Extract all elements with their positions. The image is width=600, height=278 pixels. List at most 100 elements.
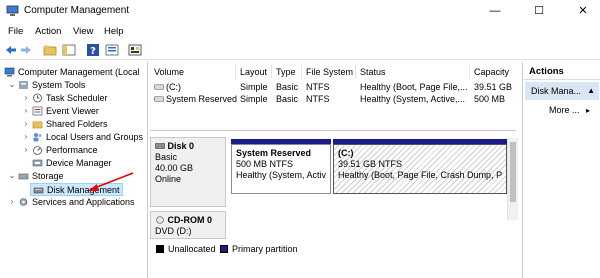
navigation-tree: Computer Management (Local ⌄ System Tool… [0, 62, 148, 278]
cell-capacity: 39.51 GB [474, 82, 513, 92]
drive-icon [154, 84, 164, 90]
disk-map-scrollbar[interactable] [507, 138, 518, 220]
tree-item-root[interactable]: Computer Management (Local [4, 66, 140, 79]
close-button[interactable]: ✕ [568, 0, 598, 22]
cell-type: Basic [276, 82, 299, 92]
drive-icon [154, 96, 164, 102]
cell-file-system: NTFS [306, 82, 330, 92]
menu-action[interactable]: Action [35, 26, 61, 37]
device-manager-icon [32, 159, 43, 167]
cdrom-icon [156, 216, 164, 224]
disk-size: 40.00 GB [155, 163, 194, 173]
actions-sub-label: Disk Mana... [531, 86, 582, 96]
cdrom-type: DVD (D:) [155, 226, 192, 236]
tree-item-performance[interactable]: Performance [32, 144, 98, 157]
services-icon [19, 198, 28, 206]
properties-icon[interactable] [105, 43, 119, 57]
up-folder-icon[interactable] [43, 43, 57, 57]
tree-item-shared-folders[interactable]: Shared Folders [32, 118, 108, 131]
cell-layout: Simple [240, 94, 268, 104]
column-header-status[interactable]: Status [356, 65, 470, 79]
tree-item-task-scheduler[interactable]: Task Scheduler [32, 92, 108, 105]
disk-type: Basic [155, 152, 178, 162]
partition-name: (C:) [338, 148, 354, 158]
menu-help[interactable]: Help [104, 26, 124, 37]
column-header-file-system[interactable]: File System [302, 65, 356, 79]
cell-status: Healthy (Boot, Page File,... [360, 82, 468, 92]
disk-management-icon [33, 187, 44, 194]
disk-name: Disk 0 [167, 141, 195, 151]
tree-label: Computer Management (Local [18, 67, 140, 77]
tree-item-services[interactable]: Services and Applications [18, 196, 135, 209]
chevron-right-icon: ▸ [586, 106, 591, 115]
column-header-type[interactable]: Type [272, 65, 302, 79]
tree-label: Storage [32, 171, 64, 181]
partition-size: 39.51 GB NTFS [338, 159, 403, 169]
menu-bar: File Action View Help [0, 22, 600, 40]
collapse-icon[interactable]: ⌄ [8, 171, 16, 180]
tree-label: Local Users and Groups [46, 132, 144, 142]
cell-volume: System Reserved [166, 94, 238, 104]
expand-icon[interactable]: › [8, 197, 16, 206]
unallocated-swatch [156, 245, 164, 253]
actions-more[interactable]: More ... ▸ [549, 104, 590, 117]
expand-icon[interactable]: › [22, 119, 30, 128]
collapse-up-icon[interactable]: ▲ [587, 82, 595, 100]
window-title: Computer Management [24, 5, 130, 16]
partition-system-reserved[interactable]: System Reserved 500 MB NTFS Healthy (Sys… [231, 144, 331, 194]
expand-icon[interactable]: › [22, 93, 30, 102]
legend: Unallocated Primary partition [150, 243, 516, 257]
menu-file[interactable]: File [8, 26, 23, 37]
cdrom-0-label[interactable]: CD-ROM 0 DVD (D:) [150, 211, 226, 239]
legend-unallocated: Unallocated [168, 244, 216, 254]
system-tools-icon [19, 81, 28, 89]
tree-label: Task Scheduler [46, 93, 108, 103]
forward-arrow-icon[interactable] [19, 43, 33, 57]
expand-icon[interactable]: › [22, 106, 30, 115]
title-bar: Computer Management — ☐ ✕ [0, 0, 600, 22]
tree-label: Shared Folders [46, 119, 108, 129]
primary-partition-swatch [220, 245, 228, 253]
maximize-button[interactable]: ☐ [524, 0, 554, 22]
tree-label: Services and Applications [32, 197, 135, 207]
scrollbar-thumb[interactable] [510, 142, 516, 202]
partition-size: 500 MB NTFS [236, 159, 294, 169]
help-icon[interactable]: ? [86, 43, 100, 57]
users-icon [33, 133, 42, 142]
red-arrow-annotation [88, 172, 134, 191]
column-header-capacity[interactable]: Capacity [470, 65, 518, 79]
column-header-volume[interactable]: Volume [150, 65, 236, 79]
expand-icon[interactable]: › [22, 145, 30, 154]
actions-header: Actions [523, 64, 600, 80]
tree-item-storage[interactable]: Storage [18, 170, 64, 183]
cdrom-name: CD-ROM 0 [167, 215, 213, 225]
partition-c-drive[interactable]: (C:) 39.51 GB NTFS Healthy (Boot, Page F… [333, 144, 507, 194]
partition-status: Healthy (System, Activ [236, 170, 327, 180]
actions-disk-management[interactable]: Disk Mana... ▲ [525, 82, 599, 100]
tree-item-event-viewer[interactable]: Event Viewer [32, 105, 99, 118]
tree-item-local-users[interactable]: Local Users and Groups [32, 131, 143, 144]
partition-status: Healthy (Boot, Page File, Crash Dump, P [338, 170, 503, 180]
computer-management-icon [6, 5, 19, 16]
performance-icon [33, 146, 42, 155]
cell-type: Basic [276, 94, 299, 104]
cell-capacity: 500 MB [474, 94, 506, 104]
tree-item-system-tools[interactable]: System Tools [18, 79, 85, 92]
cell-volume: (C:) [166, 82, 181, 92]
minimize-button[interactable]: — [480, 0, 510, 22]
actions-more-label: More ... [549, 105, 580, 115]
menu-view[interactable]: View [73, 26, 93, 37]
show-hide-tree-icon[interactable] [62, 43, 76, 57]
storage-icon [18, 173, 29, 180]
back-arrow-icon[interactable] [4, 43, 18, 57]
legend-primary: Primary partition [232, 244, 298, 254]
export-icon[interactable] [128, 43, 142, 57]
disk-0-label[interactable]: Disk 0 Basic 40.00 GB Online [150, 137, 226, 207]
disk-status: Online [155, 174, 182, 184]
tree-label: Performance [46, 145, 98, 155]
expand-icon[interactable]: › [22, 132, 30, 141]
tree-item-device-manager[interactable]: Device Manager [32, 157, 112, 170]
collapse-icon[interactable]: ⌄ [8, 80, 16, 89]
tree-label: Event Viewer [46, 106, 99, 116]
column-header-layout[interactable]: Layout [236, 65, 272, 79]
